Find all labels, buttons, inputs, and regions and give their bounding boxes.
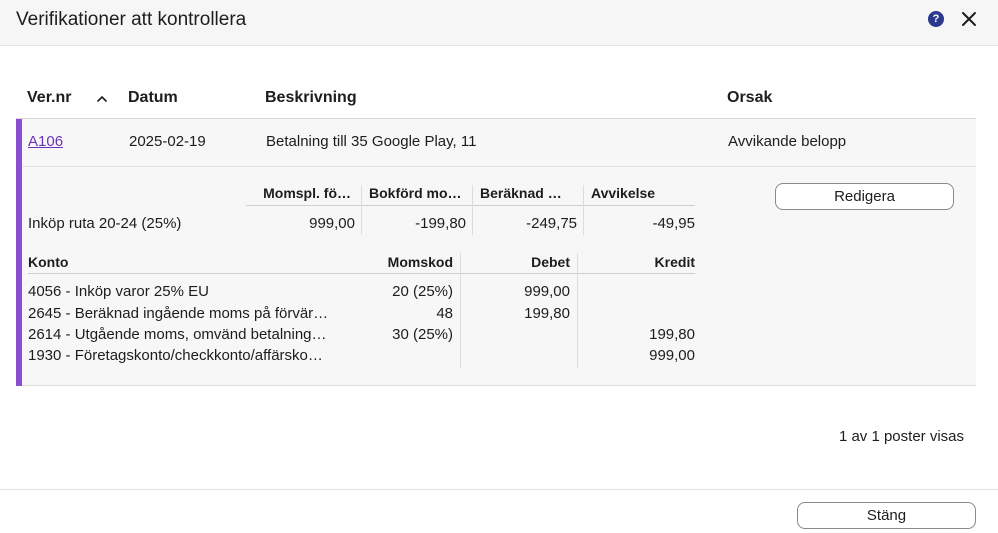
account-konto: 4056 - Inköp varor 25% EU [28,283,209,300]
account-debet: 199,80 [524,305,570,322]
vat-header-bokford: Bokförd mo… [369,185,462,201]
row-datum: 2025-02-19 [129,133,206,150]
row-orsak: Avvikande belopp [728,133,847,150]
vat-col-divider [361,185,362,235]
account-header-debet: Debet [531,254,570,270]
table-row-expanded: A106 2025-02-19 Betalning till 35 Google… [16,119,976,386]
vat-header-avvikelse: Avvikelse [591,185,656,201]
account-col-divider [577,253,578,368]
account-debet: 999,00 [524,283,570,300]
column-header-vernr[interactable]: Ver.nr [27,89,71,107]
account-momskod: 20 (25%) [392,283,453,300]
account-konto: 1930 - Företagskonto/checkkonto/affärsko… [28,347,323,364]
close-icon[interactable] [959,9,979,29]
sort-ascending-icon[interactable] [96,93,108,105]
vat-value-bokford: -199,80 [415,215,466,232]
record-count: 1 av 1 poster visas [838,428,964,445]
column-header-orsak[interactable]: Orsak [727,89,772,107]
account-kredit: 199,80 [649,326,695,343]
close-dialog-button[interactable]: Stäng [797,502,976,529]
help-icon[interactable]: ? [928,11,944,27]
account-col-divider [460,253,461,368]
vat-row-label: Inköp ruta 20-24 (25%) [28,215,182,232]
account-momskod: 30 (25%) [392,326,453,343]
account-momskod: 48 [436,305,453,322]
column-header-beskrivning[interactable]: Beskrivning [265,89,357,107]
row-beskrivning: Betalning till 35 Google Play, 11 [266,133,477,150]
vat-col-divider [472,185,473,235]
edit-button[interactable]: Redigera [775,183,954,210]
vat-value-avvikelse: -49,95 [652,215,695,232]
account-header-kredit: Kredit [654,254,695,270]
footer-divider [0,489,998,490]
account-kredit: 999,00 [649,347,695,364]
vat-header-divider [246,205,695,206]
account-header-konto: Konto [28,254,69,270]
vat-header-beraknad: Beräknad … [480,185,562,201]
vernr-link[interactable]: A106 [28,133,63,150]
vat-header-momspl: Momspl. fö… [263,185,351,201]
dialog-title: Verifikationer att kontrollera [16,9,247,30]
account-header-divider [28,273,695,274]
account-konto: 2614 - Utgående moms, omvänd betalning… [28,326,327,343]
vat-value-momspl: 999,00 [309,215,355,232]
column-header-datum[interactable]: Datum [128,89,178,107]
vat-value-beraknad: -249,75 [526,215,577,232]
vat-col-divider [583,185,584,235]
account-header-momskod: Momskod [387,254,453,270]
row-divider [22,166,976,167]
dialog-header: Verifikationer att kontrollera ? [0,0,998,46]
account-konto: 2645 - Beräknad ingående moms på förvär… [28,305,329,322]
row-selection-accent [16,119,22,386]
